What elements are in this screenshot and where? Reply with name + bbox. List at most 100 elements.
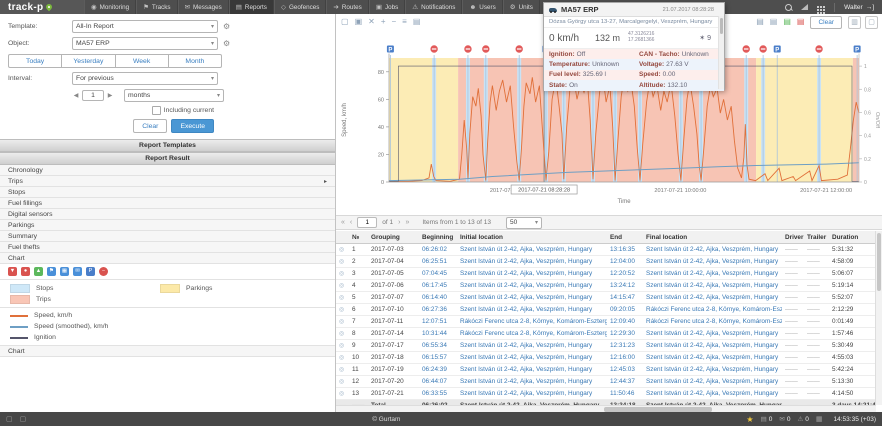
column-header[interactable]: Final location xyxy=(643,231,782,244)
messages-counter[interactable]: ▤0 xyxy=(761,415,773,423)
sidebar-item-chronology[interactable]: Chronology xyxy=(0,165,335,176)
messages-toggle[interactable]: ✉ xyxy=(73,267,82,276)
table-row[interactable]: ◎32017-07-0507:04:45Szent István út 2-42… xyxy=(336,268,876,280)
table-row[interactable]: ◎92017-07-1706:55:34Szent István út 2-42… xyxy=(336,340,876,352)
reset-zoom-icon[interactable]: ✕ xyxy=(368,18,375,26)
search-icon[interactable] xyxy=(785,4,792,11)
nav-item-units[interactable]: ⚙Units xyxy=(503,0,540,14)
statusbar-doc-icon[interactable]: ▢ xyxy=(20,415,27,423)
export-excel-icon[interactable]: ▤ xyxy=(783,18,791,26)
nav-item-jobs[interactable]: ▣Jobs xyxy=(369,0,405,14)
alerts-counter[interactable]: ⚠0 xyxy=(797,415,808,423)
row-detail-icon[interactable]: ◎ xyxy=(336,352,349,364)
sidebar-item-fuel-fillings[interactable]: Fuel fillings xyxy=(0,198,335,209)
parkings-toggle[interactable]: P xyxy=(86,267,95,276)
stepper-decrement[interactable]: ◀ xyxy=(72,90,80,101)
row-detail-icon[interactable]: ◎ xyxy=(336,364,349,376)
chart-clear-button[interactable]: Clear xyxy=(810,16,842,29)
nav-item-monitoring[interactable]: ◉Monitoring xyxy=(84,0,136,14)
sidebar-item-trips[interactable]: Trips▸ xyxy=(0,176,335,187)
statusbar-panel-icon[interactable]: ▢ xyxy=(6,415,13,423)
row-detail-icon[interactable]: ◎ xyxy=(336,376,349,388)
sidebar-item-stops[interactable]: Stops xyxy=(0,187,335,198)
week-button[interactable]: Week xyxy=(116,54,169,68)
expand-panel-icon[interactable]: ▢ xyxy=(865,16,878,29)
zoom-out-window-icon[interactable]: ▣ xyxy=(355,18,363,26)
nav-item-tracks[interactable]: ⚑Tracks xyxy=(136,0,178,14)
yesterday-button[interactable]: Yesterday xyxy=(62,54,115,68)
table-row[interactable]: ◎52017-07-0706:14:40Szent István út 2-42… xyxy=(336,292,876,304)
sidebar-item-digital-sensors[interactable]: Digital sensors xyxy=(0,209,335,220)
nav-item-routes[interactable]: ➔Routes xyxy=(326,0,368,14)
row-detail-icon[interactable]: ◎ xyxy=(336,316,349,328)
fuel-thefts-toggle[interactable]: ▼ xyxy=(8,267,17,276)
logo[interactable]: track-p xyxy=(0,0,84,14)
nav-item-notifications[interactable]: ⚠Notifications xyxy=(405,0,462,14)
table-row[interactable]: ◎132017-07-2106:33:55Szent István út 2-4… xyxy=(336,388,876,400)
nav-item-users[interactable]: ☻Users xyxy=(462,0,502,14)
row-detail-icon[interactable]: ◎ xyxy=(336,328,349,340)
object-select[interactable]: MA57 ERP xyxy=(72,37,218,50)
clear-button[interactable]: Clear xyxy=(133,119,167,133)
report-templates-header[interactable]: Report Templates xyxy=(0,139,335,152)
column-header[interactable]: Initial location xyxy=(457,231,607,244)
sidebar-item-chart[interactable]: Chart xyxy=(0,253,335,264)
row-detail-icon[interactable]: ◎ xyxy=(336,280,349,292)
report-result-header[interactable]: Report Result xyxy=(0,152,335,165)
sidebar-item-fuel-thefts[interactable]: Fuel thefts xyxy=(0,242,335,253)
sidebar-item-parkings[interactable]: Parkings xyxy=(0,220,335,231)
prev-page-button[interactable]: ‹ xyxy=(350,219,352,226)
pin-panel-icon[interactable]: ▥ xyxy=(848,16,861,29)
frame-icon[interactable]: ▤ xyxy=(413,18,421,26)
interval-select[interactable]: For previous xyxy=(72,72,218,85)
row-detail-icon[interactable]: ◎ xyxy=(336,244,349,256)
column-header[interactable]: Duration xyxy=(829,231,876,244)
last-page-button[interactable]: » xyxy=(405,219,409,226)
print-icon[interactable]: ▤ xyxy=(756,18,764,26)
template-select[interactable]: All-In Report xyxy=(72,20,218,33)
column-header[interactable]: Driver xyxy=(782,231,804,244)
table-row[interactable]: ◎72017-07-1112:07:51Rákóczi Ferenc utca … xyxy=(336,316,876,328)
page-size-select[interactable]: 50 xyxy=(506,217,542,229)
first-page-button[interactable]: « xyxy=(341,219,345,226)
stops-toggle[interactable]: − xyxy=(99,267,108,276)
nav-item-messages[interactable]: ✉Messages xyxy=(178,0,229,14)
row-detail-icon[interactable]: ◎ xyxy=(336,304,349,316)
apps-grid-icon[interactable] xyxy=(817,6,819,8)
column-header[interactable] xyxy=(336,231,349,244)
row-detail-icon[interactable]: ◎ xyxy=(336,292,349,304)
month-button[interactable]: Month xyxy=(169,54,222,68)
table-row[interactable]: ◎122017-07-2006:44:07Szent István út 2-4… xyxy=(336,376,876,388)
sidebar-item-chart-2[interactable]: Chart xyxy=(0,345,335,357)
nav-item-reports[interactable]: ▤Reports xyxy=(229,0,274,14)
zoom-in-icon[interactable]: + xyxy=(381,18,386,26)
execute-button[interactable]: Execute xyxy=(171,119,214,133)
row-detail-icon[interactable]: ◎ xyxy=(336,340,349,352)
measure-icon[interactable] xyxy=(801,4,808,10)
column-header[interactable]: End xyxy=(607,231,643,244)
table-vertical-scrollbar[interactable] xyxy=(875,231,882,405)
legend-icon[interactable]: ≡ xyxy=(402,18,407,26)
fuel-fillings-toggle[interactable]: ▲ xyxy=(34,267,43,276)
table-row[interactable]: ◎42017-07-0606:17:45Szent István út 2-42… xyxy=(336,280,876,292)
export-file-icon[interactable]: ▤ xyxy=(770,18,778,26)
column-header[interactable]: Grouping xyxy=(368,231,419,244)
interval-count-input[interactable] xyxy=(82,90,104,101)
table-row[interactable]: ◎12017-07-0306:26:02Szent István út 2-42… xyxy=(336,244,876,256)
events-toggle[interactable]: ⚑ xyxy=(47,267,56,276)
stepper-increment[interactable]: ▶ xyxy=(106,90,114,101)
column-header[interactable]: Beginning xyxy=(419,231,457,244)
user-menu[interactable]: Walter →] xyxy=(844,4,874,11)
table-row[interactable]: ◎112017-07-1906:24:39Szent István út 2-4… xyxy=(336,364,876,376)
column-header[interactable]: № xyxy=(349,231,368,244)
row-detail-icon[interactable]: ◎ xyxy=(336,388,349,400)
favorites-icon[interactable]: ★ xyxy=(746,415,753,424)
column-header[interactable]: Trailer xyxy=(804,231,829,244)
tooltip-scrollbar[interactable] xyxy=(718,16,724,89)
object-settings-icon[interactable]: ⚙ xyxy=(223,40,230,48)
notifications-counter[interactable]: ✉0 xyxy=(779,415,790,423)
nav-item-geofences[interactable]: ◇Geofences xyxy=(274,0,326,14)
table-row[interactable]: ◎82017-07-1410:31:44Rákóczi Ferenc utca … xyxy=(336,328,876,340)
images-toggle[interactable]: ▦ xyxy=(60,267,69,276)
interval-unit-select[interactable]: months xyxy=(124,89,224,102)
